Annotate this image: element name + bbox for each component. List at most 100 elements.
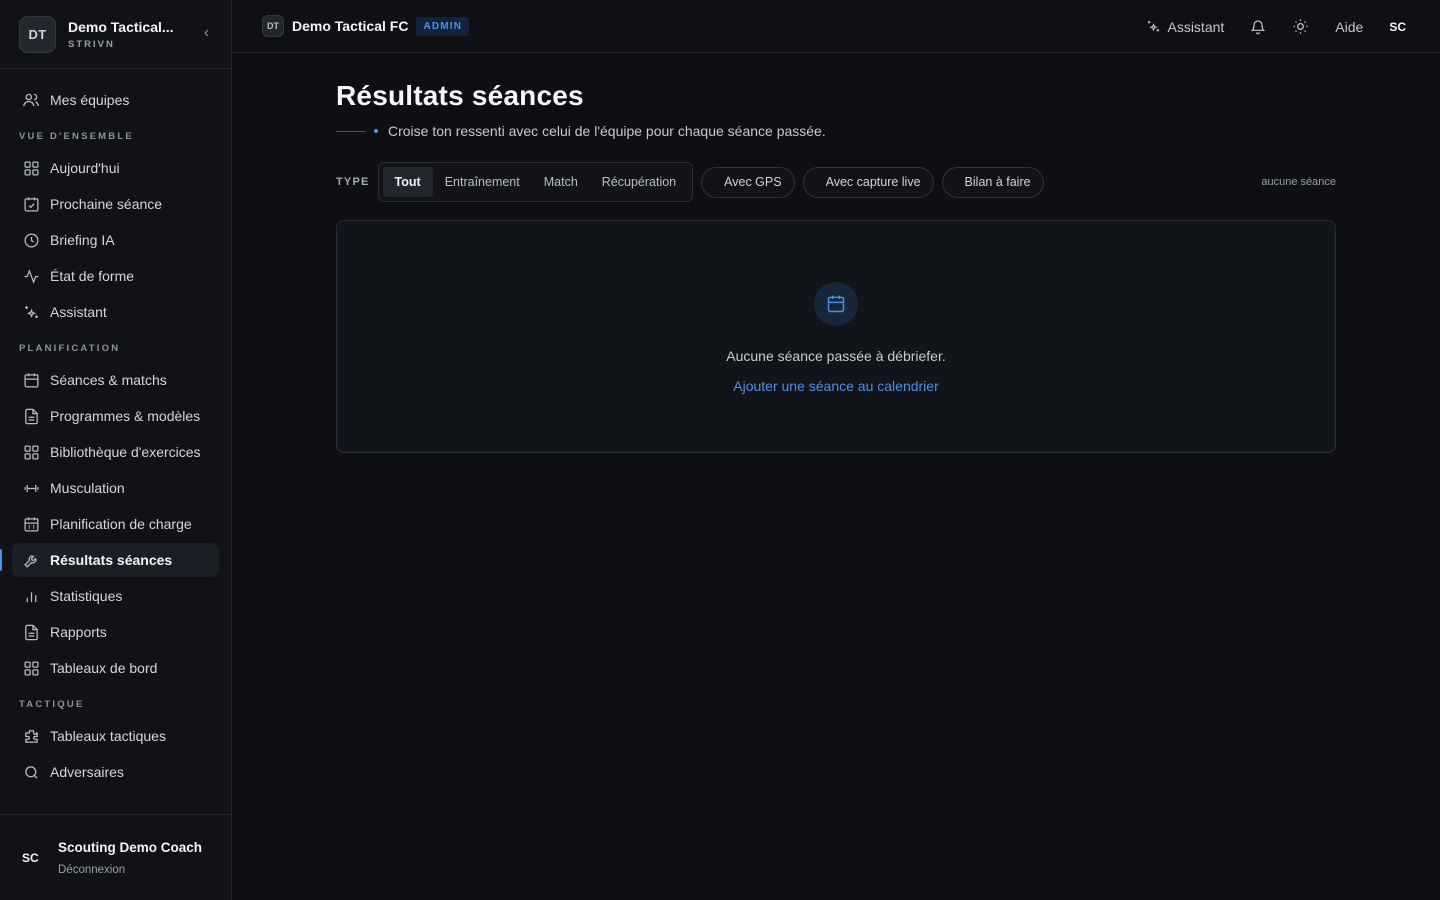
team-name: Demo Tactical FC: [292, 18, 409, 34]
sidebar-item-label: Tableaux de bord: [50, 660, 158, 676]
sidebar: DT Demo Tactical... STRIVN ‹ Mes équipes…: [0, 0, 232, 900]
grid-icon: [22, 659, 40, 677]
topbar-actions: Assistant Aide SC: [1120, 0, 1406, 53]
sparkles-icon: [22, 303, 40, 321]
type-filter-label: TYPE: [336, 176, 370, 188]
grid-icon: [22, 159, 40, 177]
type-segmented-control: Tout Entraînement Match Récupération: [377, 162, 694, 202]
sidebar-item-library[interactable]: Bibliothèque d'exercices: [12, 435, 219, 469]
sidebar-item-label: Mes équipes: [50, 92, 130, 108]
user-avatar[interactable]: SC: [22, 851, 58, 865]
calendar-grid-icon: [22, 515, 40, 533]
sidebar-item-load-planning[interactable]: Planification de charge: [12, 507, 219, 541]
theme-toggle-button[interactable]: [1292, 18, 1309, 35]
sidebar-item-opponents[interactable]: Adversaires: [12, 755, 219, 789]
sidebar-item-form[interactable]: État de forme: [12, 259, 219, 293]
sidebar-item-sessions-matches[interactable]: Séances & matchs: [12, 363, 219, 397]
sidebar-item-next-session[interactable]: Prochaine séance: [12, 187, 219, 221]
org-info[interactable]: Demo Tactical... STRIVN: [68, 19, 174, 50]
puzzle-icon: [22, 727, 40, 745]
sidebar-item-label: Briefing IA: [50, 232, 115, 248]
sidebar-item-label: Adversaires: [50, 764, 124, 780]
sidebar-item-statistics[interactable]: Statistiques: [12, 579, 219, 613]
empty-state-card: Aucune séance passée à débriefer. Ajoute…: [336, 220, 1336, 453]
file-text-icon: [22, 407, 40, 425]
calendar-icon: [814, 282, 858, 326]
section-overview: VUE D'ENSEMBLE: [19, 131, 134, 142]
assistant-label: Assistant: [1167, 18, 1225, 35]
subtitle-row: Croise ton ressenti avec celui de l'équi…: [336, 123, 1336, 139]
page-subtitle: Croise ton ressenti avec celui de l'équi…: [388, 123, 826, 139]
users-icon: [22, 91, 40, 109]
sidebar-item-label: Rapports: [50, 624, 107, 640]
sidebar-item-label: Assistant: [50, 304, 107, 320]
wrench-icon: [22, 551, 40, 569]
role-badge: ADMIN: [416, 16, 470, 36]
sidebar-item-label: Statistiques: [50, 588, 123, 604]
user-menu-avatar[interactable]: SC: [1389, 20, 1406, 34]
filter-gps-toggle[interactable]: Avec GPS: [701, 166, 795, 198]
clock-icon: [22, 231, 40, 249]
org-name: Demo Tactical...: [68, 18, 174, 35]
sidebar-item-label: Prochaine séance: [50, 196, 163, 212]
type-tab-training[interactable]: Entraînement: [433, 167, 532, 197]
type-tab-recovery[interactable]: Récupération: [590, 167, 688, 197]
calendar-icon: [22, 371, 40, 389]
user-footer: SC Scouting Demo Coach Déconnexion: [0, 814, 231, 900]
sidebar-item-label: Bibliothèque d'exercices: [50, 444, 201, 460]
search-icon: [22, 763, 40, 781]
topbar: DT Demo Tactical FC ADMIN Assistant Aide…: [232, 0, 1440, 53]
sidebar-item-today[interactable]: Aujourd'hui: [12, 151, 219, 185]
team-avatar: DT: [262, 15, 284, 37]
notifications-button[interactable]: [1250, 19, 1266, 35]
sidebar-item-label: Tableaux tactiques: [50, 728, 166, 744]
sidebar-item-my-teams[interactable]: Mes équipes: [12, 83, 219, 117]
page-title: Résultats séances: [336, 80, 584, 111]
add-session-link[interactable]: Ajouter une séance au calendrier: [733, 378, 938, 394]
activity-icon: [22, 267, 40, 285]
calendar-check-icon: [22, 195, 40, 213]
sidebar-item-label: État de forme: [50, 268, 135, 284]
org-subtitle: STRIVN: [68, 38, 115, 50]
logout-link[interactable]: Déconnexion: [58, 864, 202, 876]
sparkles-icon: [1146, 19, 1161, 34]
sidebar-item-label: Aujourd'hui: [50, 160, 120, 176]
sidebar-item-label: Planification de charge: [50, 516, 192, 532]
sidebar-item-programs[interactable]: Programmes & modèles: [12, 399, 219, 433]
sidebar-item-label: Musculation: [50, 480, 125, 496]
main-content: Résultats séances Croise ton ressenti av…: [336, 53, 1336, 453]
filter-debrief-pending-toggle[interactable]: Bilan à faire: [941, 166, 1044, 198]
sidebar-nav: Mes équipes VUE D'ENSEMBLE Aujourd'hui P…: [0, 69, 231, 789]
file-text-icon: [22, 623, 40, 641]
sidebar-item-label: Séances & matchs: [50, 372, 167, 388]
grid-icon: [22, 443, 40, 461]
session-count: aucune séance: [1261, 176, 1336, 188]
dumbbell-icon: [22, 479, 40, 497]
subtitle-line-decoration: [336, 130, 366, 132]
section-planning: PLANIFICATION: [19, 343, 121, 354]
bell-icon: [1250, 19, 1266, 35]
assistant-button[interactable]: Assistant: [1146, 19, 1224, 35]
sidebar-item-session-results[interactable]: Résultats séances: [0, 543, 219, 577]
sidebar-item-tactical-boards[interactable]: Tableaux tactiques: [12, 719, 219, 753]
type-tab-match[interactable]: Match: [532, 167, 590, 197]
sidebar-item-dashboards[interactable]: Tableaux de bord: [12, 651, 219, 685]
help-link[interactable]: Aide: [1335, 19, 1363, 35]
user-name: Scouting Demo Coach: [58, 839, 203, 855]
sun-icon: [1292, 18, 1309, 35]
sidebar-item-label: Résultats séances: [50, 552, 173, 568]
sidebar-header: DT Demo Tactical... STRIVN ‹: [0, 0, 231, 69]
subtitle-dot-decoration: [374, 129, 378, 133]
type-tab-all[interactable]: Tout: [382, 167, 433, 197]
empty-state-message: Aucune séance passée à débriefer.: [726, 348, 946, 364]
sidebar-item-label: Programmes & modèles: [50, 408, 201, 424]
filters-bar: TYPE Tout Entraînement Match Récupératio…: [336, 162, 1336, 202]
sidebar-item-reports[interactable]: Rapports: [12, 615, 219, 649]
section-tactics: TACTIQUE: [19, 699, 85, 710]
collapse-sidebar-icon[interactable]: ‹: [204, 24, 209, 41]
sidebar-item-briefing[interactable]: Briefing IA: [12, 223, 219, 257]
org-avatar[interactable]: DT: [19, 15, 56, 53]
sidebar-item-strength[interactable]: Musculation: [12, 471, 219, 505]
sidebar-item-assistant[interactable]: Assistant: [12, 295, 219, 329]
filter-live-capture-toggle[interactable]: Avec capture live: [802, 166, 934, 198]
